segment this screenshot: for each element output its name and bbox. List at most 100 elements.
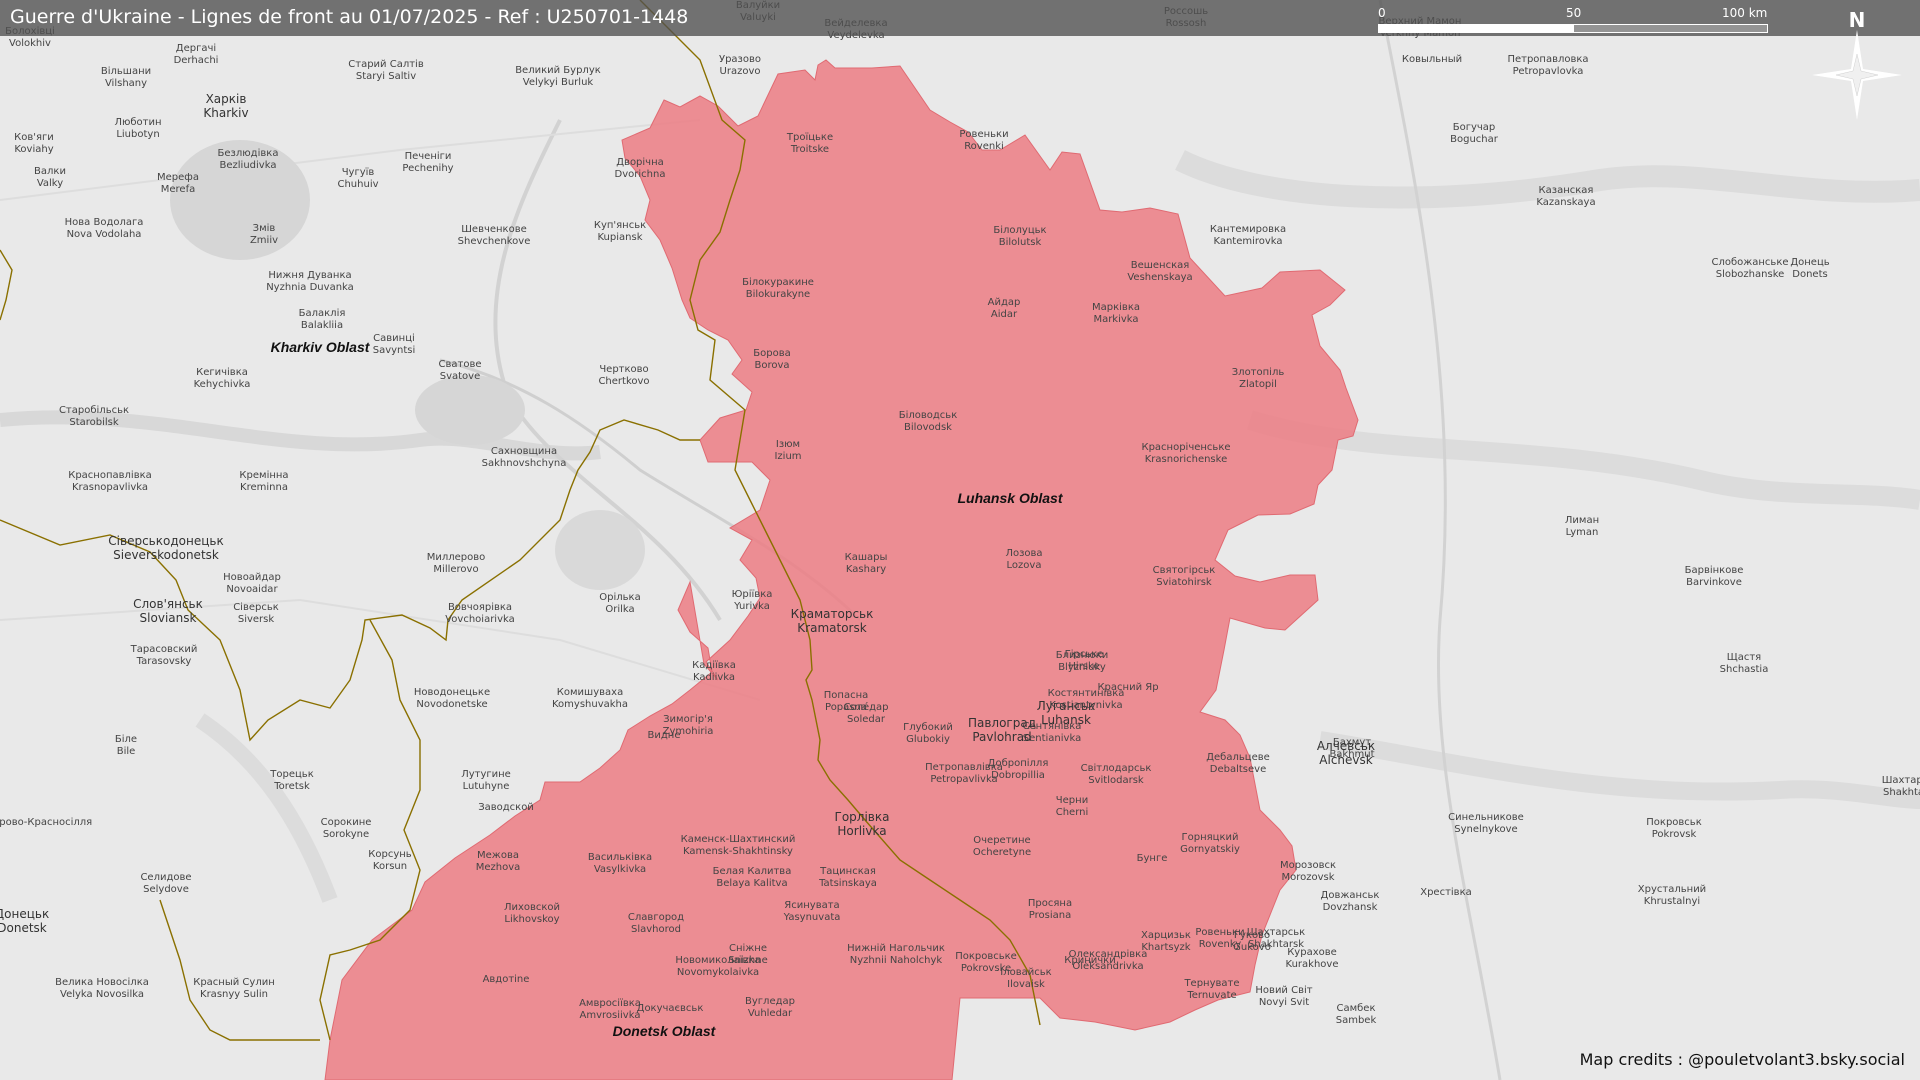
place-label-latin: Borova (754, 360, 789, 371)
scale-label-50: 50 (1566, 6, 1582, 20)
place-label-latin: Rovenki (964, 141, 1004, 152)
place-label: Уразово (719, 54, 761, 65)
place-label-latin: Tatsinskaya (818, 878, 877, 889)
place-label: Тацинская (819, 866, 876, 877)
place-label-latin: Novomykolaivka (677, 967, 759, 978)
place-label: Славгород (628, 912, 684, 923)
place-label: Алчевськ (1317, 739, 1375, 753)
place-label-latin: Shchastia (1720, 664, 1769, 675)
north-letter: N (1848, 8, 1866, 32)
place-label: Дергачі (176, 42, 216, 54)
place-label: Слов'янськ (133, 597, 203, 611)
place-label-latin: Bilokurakyne (746, 289, 810, 300)
place-label-latin: Urazovo (720, 66, 761, 77)
place-label-latin: Glubokiy (906, 734, 950, 745)
place-label: Краснопавлівка (68, 469, 152, 481)
place-label-latin: Horlivka (837, 824, 886, 838)
place-label: Горняцкий (1182, 832, 1239, 843)
place-label: Торецьк (269, 769, 313, 780)
place-label-latin: Kamensk-Shakhtinsky (683, 846, 793, 857)
place-label-latin: Luhansk (1041, 713, 1091, 727)
place-label-latin: Toretsk (273, 781, 310, 792)
place-label-latin: Sieverskodonetsk (113, 548, 219, 562)
place-label-latin: Donetsk (0, 921, 47, 935)
place-label: Борова (753, 348, 790, 359)
place-label-latin: Novodonetske (416, 699, 487, 710)
place-label: Ясинувата (784, 900, 839, 911)
place-label-latin: Novyi Svit (1259, 997, 1309, 1008)
place-label-latin: Prosiana (1029, 910, 1071, 921)
place-label: Межова (477, 850, 519, 861)
place-label-latin: Bilolutsk (999, 237, 1042, 248)
place-label-latin: Shevchenkove (458, 236, 531, 247)
place-label: Зимогір'я (663, 713, 713, 725)
place-label-latin: Velykyi Burluk (523, 77, 594, 88)
place-label-latin: Tarasovsky (136, 656, 192, 667)
place-label-latin: Balakliia (301, 320, 343, 331)
place-label-latin: Sambek (1336, 1015, 1377, 1026)
place-label-latin: Siversk (238, 614, 275, 625)
place-label-latin: Dobropillia (991, 770, 1045, 781)
place-label-latin: Kadiivka (693, 672, 735, 683)
place-label: Печеніги (405, 150, 452, 162)
place-label-latin: Chuhuiv (337, 179, 378, 190)
place-label: Кремінна (239, 469, 288, 481)
place-label-latin: Savyntsi (373, 345, 416, 356)
place-label: Хрустальний (1638, 884, 1706, 895)
place-label-latin: Petropavlivka (930, 774, 997, 785)
place-label: Балаклія (299, 307, 346, 319)
place-label: Бунге (1137, 853, 1168, 864)
place-label: Петропавловка (1507, 54, 1588, 65)
place-label: Нижній Нагольчик (847, 942, 945, 954)
place-label-latin: Debaltseve (1210, 764, 1266, 775)
place-label-latin: Mezhova (476, 862, 521, 873)
place-label: Авдотine (483, 974, 530, 985)
place-label-latin: Orilka (605, 604, 634, 615)
oblast-label: Donetsk Oblast (613, 1023, 717, 1039)
place-label: Вешенская (1131, 260, 1190, 271)
place-label-latin: Yurivka (733, 601, 770, 612)
place-label-latin: Nyzhnii Naholchyk (850, 955, 943, 966)
place-label-latin: Yasynuvata (783, 912, 841, 923)
place-label-latin: Starobilsk (69, 417, 119, 428)
place-label: Ков'яги (14, 132, 54, 143)
place-label-latin: Kreminna (240, 482, 288, 493)
place-label: Троїцьке (786, 132, 833, 143)
place-label-latin: Slavhorod (631, 924, 681, 935)
place-label: Біле (115, 733, 137, 745)
place-label-latin: Lozova (1007, 560, 1042, 571)
place-label: Павлоград (968, 716, 1036, 730)
place-label-latin: Sviatohirsk (1156, 577, 1212, 588)
place-label: Дворічна (616, 156, 664, 168)
place-label: Сніжне (729, 942, 767, 954)
place-label: Вугледар (745, 996, 795, 1007)
place-label: Миллерово (427, 552, 486, 563)
place-label-latin: Vovchoiarivka (445, 614, 515, 625)
place-label-latin: Markivka (1093, 314, 1138, 325)
place-label: Краматорськ (791, 607, 874, 621)
place-label: Лозова (1005, 548, 1042, 559)
place-label-latin: Kurakhove (1286, 959, 1339, 970)
place-label-latin: Millerovo (433, 564, 478, 575)
place-label-latin: Khrustalnyi (1644, 896, 1700, 907)
map-canvas[interactable]: БoлохівціVolokhivВалуйкиValuykiВейделевк… (0, 0, 1920, 1080)
place-label: Нижня Дуванка (268, 270, 351, 281)
place-label: Горлівка (835, 810, 890, 824)
place-label: Казанская (1539, 185, 1594, 196)
place-label: Старобільськ (59, 404, 129, 416)
place-label-latin: Gornyatskiy (1180, 844, 1240, 855)
place-label: Каменск-Шахтинский (681, 834, 796, 845)
place-label-latin: Ocheretyne (973, 847, 1031, 858)
place-label-latin: Petropavlovka (1513, 66, 1584, 77)
place-label: Айдар (988, 297, 1021, 308)
place-label: Ізюм (776, 439, 800, 450)
place-label-latin: Boguchar (1450, 134, 1499, 145)
place-label: Барвінкове (1685, 564, 1744, 576)
place-label: Білокуракине (742, 276, 814, 288)
place-label-latin: Derhachi (174, 55, 219, 66)
place-label: Кегичівка (196, 366, 248, 378)
place-label: Вільшани (101, 65, 151, 77)
place-label: Біловодськ (899, 409, 958, 421)
place-label-latin: Sakhnovshchyna (482, 458, 567, 469)
place-label-latin: Komyshuvakha (552, 699, 628, 710)
